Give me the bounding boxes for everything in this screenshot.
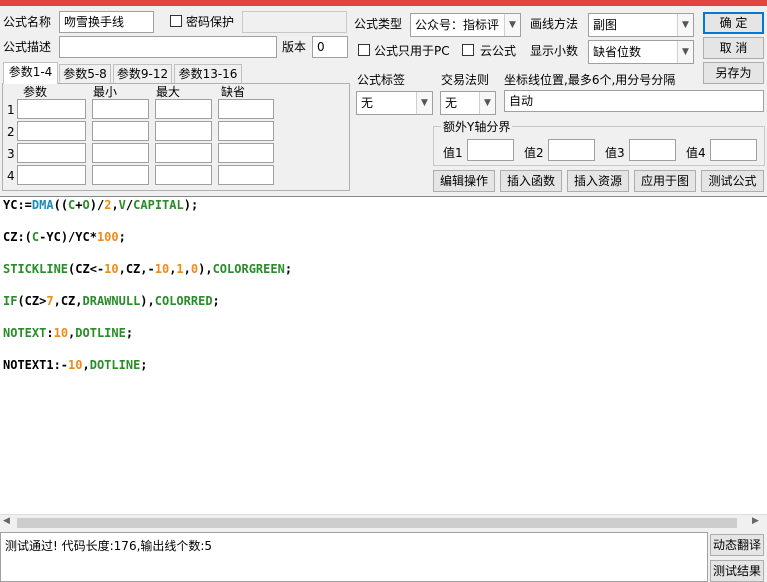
tab-params-5-8[interactable]: 参数5-8	[59, 64, 111, 84]
code-line: NOTEXT1:-10,DOTLINE;	[3, 358, 148, 372]
yaxis-value-input[interactable]	[710, 139, 757, 161]
chevron-down-icon: ▼	[677, 41, 693, 63]
save-as-button[interactable]: 另存为	[703, 62, 764, 84]
edit-ops-button[interactable]: 编辑操作	[433, 170, 495, 192]
decimal-label: 显示小数	[530, 44, 579, 58]
param-default-input[interactable]	[218, 99, 274, 119]
draw-select[interactable]: 副图 ▼	[588, 13, 694, 37]
name-input[interactable]: 吻雪换手线	[59, 11, 154, 33]
password-input	[242, 11, 347, 33]
yaxis-label: 额外Y轴分界	[441, 119, 513, 135]
param-header-name: 参数	[23, 85, 48, 99]
code-line: CZ:(C-YC)/YC*100;	[3, 230, 126, 244]
code-line: YC:=DMA((C+O)/2,V/CAPITAL);	[3, 198, 199, 212]
name-label: 公式名称	[3, 15, 52, 29]
param-min-input[interactable]	[92, 121, 149, 141]
tab-params-13-16[interactable]: 参数13-16	[174, 64, 242, 84]
tag-select[interactable]: 无 ▼	[356, 91, 433, 115]
code-line: NOTEXT:10,DOTLINE;	[3, 326, 134, 340]
window-titlebar	[0, 0, 767, 6]
param-default-input[interactable]	[218, 121, 274, 141]
tag-label: 公式标签	[357, 73, 406, 87]
cloud-label: 云公式	[480, 44, 517, 58]
pc-only-checkbox[interactable]	[358, 44, 370, 56]
type-select[interactable]: 公众号：指标评 ▼	[410, 13, 521, 37]
chevron-down-icon: ▼	[677, 14, 693, 36]
type-label: 公式类型	[354, 17, 403, 31]
tab-params-1-4[interactable]: 参数1-4	[3, 62, 58, 84]
coord-label: 坐标线位置,最多6个,用分号分隔	[504, 73, 676, 87]
tag-value: 无	[361, 96, 374, 110]
param-max-input[interactable]	[155, 121, 212, 141]
param-max-input[interactable]	[155, 99, 212, 119]
password-checkbox[interactable]	[170, 15, 182, 27]
type-value: 公众号：指标评	[415, 18, 500, 32]
param-row-number: 3	[7, 147, 15, 161]
param-name-input[interactable]	[17, 99, 86, 119]
chevron-right-icon[interactable]: ▶	[752, 516, 759, 526]
code-line: STICKLINE(CZ<-10,CZ,-10,1,0),COLORGREEN;	[3, 262, 293, 276]
dynamic-translate-button[interactable]: 动态翻译	[710, 534, 764, 556]
param-name-input[interactable]	[17, 121, 86, 141]
param-max-input[interactable]	[155, 143, 212, 163]
param-header-min: 最小	[93, 85, 118, 99]
decimal-value: 缺省位数	[593, 45, 642, 59]
chevron-left-icon[interactable]: ◀	[3, 516, 10, 526]
status-output: 测试通过! 代码长度:176,输出线个数:5	[0, 532, 708, 582]
yaxis-value-label: 值2	[524, 146, 544, 160]
param-header-max: 最大	[156, 85, 181, 99]
test-result-button[interactable]: 测试结果	[710, 560, 764, 582]
pc-only-label: 公式只用于PC	[374, 44, 450, 58]
ok-button[interactable]: 确 定	[703, 12, 764, 34]
param-row-number: 2	[7, 125, 15, 139]
horizontal-scrollbar[interactable]: ◀ ▶	[0, 514, 767, 531]
param-header-default: 缺省	[221, 85, 246, 99]
desc-input[interactable]	[59, 36, 277, 58]
insert-resource-button[interactable]: 插入资源	[567, 170, 629, 192]
desc-label: 公式描述	[3, 40, 52, 54]
chevron-down-icon: ▼	[504, 14, 520, 36]
param-min-input[interactable]	[92, 143, 149, 163]
tab-params-9-12[interactable]: 参数9-12	[113, 64, 172, 84]
yaxis-value-label: 值1	[443, 146, 463, 160]
param-min-input[interactable]	[92, 165, 149, 185]
insert-function-button[interactable]: 插入函数	[500, 170, 562, 192]
yaxis-value-input[interactable]	[629, 139, 676, 161]
trade-select[interactable]: 无 ▼	[440, 91, 496, 115]
trade-label: 交易法则	[441, 73, 490, 87]
version-label: 版本	[282, 40, 307, 54]
yaxis-value-input[interactable]	[467, 139, 514, 161]
cancel-button[interactable]: 取 消	[703, 37, 764, 59]
param-default-input[interactable]	[218, 165, 274, 185]
params-panel: 参数 最小 最大 缺省 1 2 3 4	[2, 83, 350, 191]
cloud-checkbox[interactable]	[462, 44, 474, 56]
param-row-number: 1	[7, 103, 15, 117]
param-row-number: 4	[7, 169, 15, 183]
draw-label: 画线方法	[530, 17, 579, 31]
test-formula-button[interactable]: 测试公式	[701, 170, 764, 192]
coord-input[interactable]: 自动	[504, 90, 764, 112]
param-max-input[interactable]	[155, 165, 212, 185]
yaxis-value-label: 值4	[686, 146, 706, 160]
password-label: 密码保护	[186, 15, 235, 29]
chevron-down-icon: ▼	[479, 92, 495, 114]
status-text: 测试通过! 代码长度:176,输出线个数:5	[5, 539, 213, 553]
param-default-input[interactable]	[218, 143, 274, 163]
draw-value: 副图	[593, 18, 618, 32]
decimal-select[interactable]: 缺省位数 ▼	[588, 40, 694, 64]
chevron-down-icon: ▼	[416, 92, 432, 114]
apply-to-chart-button[interactable]: 应用于图	[634, 170, 696, 192]
param-name-input[interactable]	[17, 143, 86, 163]
trade-value: 无	[445, 96, 458, 110]
param-name-input[interactable]	[17, 165, 86, 185]
scrollbar-thumb[interactable]	[17, 518, 737, 528]
version-input[interactable]: 0	[312, 36, 348, 58]
yaxis-value-input[interactable]	[548, 139, 595, 161]
code-editor[interactable]: YC:=DMA((C+O)/2,V/CAPITAL); CZ:(C-YC)/YC…	[0, 196, 767, 514]
yaxis-value-label: 值3	[605, 146, 625, 160]
param-min-input[interactable]	[92, 99, 149, 119]
code-line: IF(CZ>7,CZ,DRAWNULL),COLORRED;	[3, 294, 220, 308]
